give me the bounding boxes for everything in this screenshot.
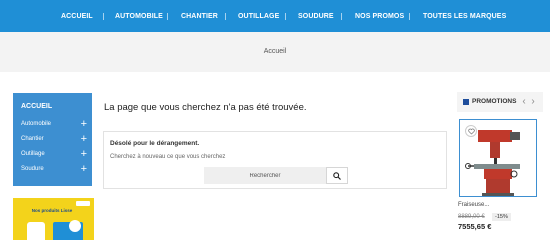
nav-separator	[341, 13, 342, 20]
nav-item-outillage[interactable]: OUTILLAGE	[238, 0, 279, 32]
promo-banner[interactable]: Nos produits Lisse	[13, 198, 94, 240]
promotions-icon	[463, 99, 469, 105]
discount-badge: -15%	[492, 213, 511, 221]
nav-item-soudure[interactable]: SOUDURE	[298, 0, 334, 32]
product-name[interactable]: Fraiseuse...	[458, 202, 489, 208]
promotions-header: PROMOTIONS ‹ ›	[457, 92, 543, 112]
plus-icon[interactable]: +	[81, 118, 87, 130]
brand-logo	[76, 201, 90, 206]
plus-icon[interactable]: +	[81, 163, 87, 175]
nav-item-chantier[interactable]: CHANTIER	[181, 0, 218, 32]
nav-item-nos-promos[interactable]: NOS PROMOS	[355, 0, 404, 32]
search-input[interactable]	[204, 167, 326, 184]
nav-separator	[103, 13, 104, 20]
search-button[interactable]	[326, 167, 348, 184]
sidebar-item-label: Chantier	[21, 136, 44, 142]
breadcrumb[interactable]: Accueil	[0, 48, 550, 55]
product-old-price: 8889,00 €	[458, 214, 485, 220]
nav-separator	[409, 13, 410, 20]
error-heading: Désolé pour le dérangement.	[110, 140, 200, 147]
promotions-label: PROMOTIONS	[472, 98, 517, 105]
plus-icon[interactable]: +	[81, 133, 87, 145]
search-icon	[333, 171, 341, 180]
sidebar-item-label: Outillage	[21, 151, 45, 157]
nav-separator	[225, 13, 226, 20]
error-panel: Désolé pour le dérangement. Cherchez à n…	[103, 131, 447, 189]
sidebar-item-label: Soudure	[21, 166, 44, 172]
banner-decoration	[69, 220, 81, 232]
sidebar-item-outillage[interactable]: Outillage +	[21, 148, 87, 161]
top-navigation: ACCUEIL AUTOMOBILE CHANTIER OUTILLAGE SO…	[0, 0, 550, 32]
nav-separator	[285, 13, 286, 20]
sidebar-title[interactable]: ACCUEIL	[21, 103, 52, 110]
sidebar-item-chantier[interactable]: Chantier +	[21, 133, 87, 146]
product-price: 7555,65 €	[458, 222, 492, 231]
plus-icon[interactable]: +	[81, 148, 87, 160]
nav-item-toutes-les-marques[interactable]: TOUTES LES MARQUES	[423, 0, 506, 32]
sidebar-item-label: Automobile	[21, 121, 52, 127]
product-card[interactable]	[459, 119, 537, 197]
nav-separator	[167, 13, 168, 20]
banner-product-shape	[27, 222, 45, 240]
sidebar-item-automobile[interactable]: Automobile +	[21, 118, 87, 131]
banner-text: Nos produits Lisse	[31, 208, 73, 213]
chevron-right-icon[interactable]: ›	[529, 96, 537, 108]
category-sidebar: ACCUEIL Automobile + Chantier + Outillag…	[13, 93, 92, 186]
page-title: La page que vous cherchez n'a pas été tr…	[104, 102, 307, 113]
sidebar-item-soudure[interactable]: Soudure +	[21, 163, 87, 176]
nav-item-automobile[interactable]: AUTOMOBILE	[115, 0, 163, 32]
error-subtext: Cherchez à nouveau ce que vous cherchez	[110, 154, 226, 160]
breadcrumb-band: Accueil	[0, 32, 550, 72]
nav-item-accueil[interactable]: ACCUEIL	[61, 0, 93, 32]
product-image[interactable]	[460, 120, 537, 197]
chevron-left-icon[interactable]: ‹	[520, 96, 528, 108]
